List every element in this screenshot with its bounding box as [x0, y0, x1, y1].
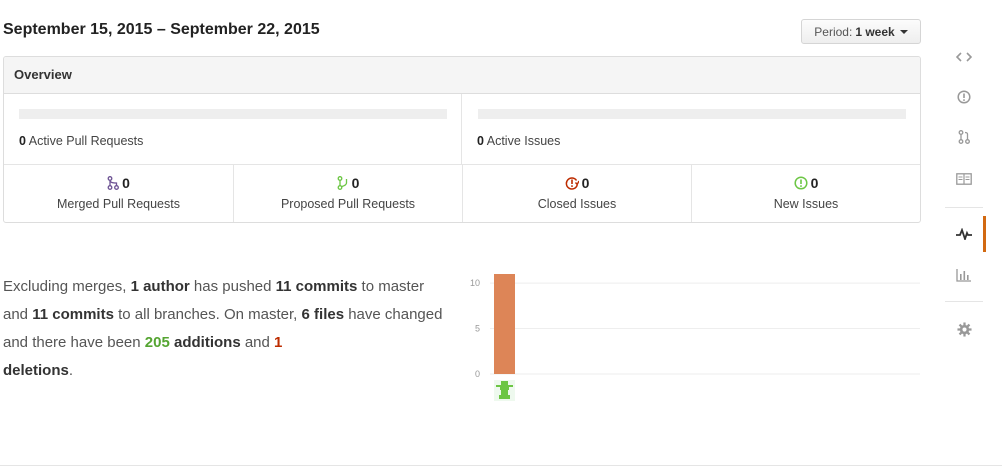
authors-count: 1 author — [130, 278, 190, 295]
new-issues-count: 0 — [810, 175, 819, 191]
active-pull-requests-label: Active Pull Requests — [28, 134, 144, 148]
proposed-pull-requests-count: 0 — [351, 175, 360, 191]
commit-bar[interactable] — [494, 274, 515, 374]
y-tick-label: 5 — [475, 324, 480, 334]
active-issues-count: 0 — [477, 134, 484, 148]
sidebar-item-graphs[interactable] — [945, 257, 983, 293]
overview-summary-row: 0 Active Pull Requests 0 Active Issues — [4, 94, 920, 165]
overview-title: Overview — [4, 57, 920, 94]
sidebar-item-issues[interactable] — [945, 79, 983, 115]
author-avatar[interactable] — [494, 380, 515, 401]
sidebar-item-code[interactable] — [945, 39, 983, 75]
sidebar-item-pull-requests[interactable] — [945, 119, 983, 155]
y-tick-label: 0 — [475, 369, 480, 379]
merged-pull-requests-label: Merged Pull Requests — [57, 197, 180, 211]
issue-opened-icon — [794, 176, 808, 190]
deletions-label: deletions — [3, 362, 69, 379]
additions-label: additions — [169, 334, 241, 351]
issue-opened-icon — [957, 90, 971, 104]
git-pull-request-icon — [337, 176, 347, 190]
stat-merged-pull-requests[interactable]: 0 Merged Pull Requests — [4, 164, 233, 222]
overview-stats-row: 0 Merged Pull Requests 0 Proposed Pull R… — [4, 164, 920, 222]
deletions-count: 1 — [274, 334, 283, 351]
graph-icon — [956, 269, 971, 282]
sidebar-divider — [945, 301, 983, 302]
active-pull-requests-bar — [19, 109, 447, 119]
active-pull-requests-count: 0 — [19, 134, 26, 148]
stat-new-issues[interactable]: 0 New Issues — [691, 164, 920, 222]
commits-all-branches: 11 commits — [32, 306, 114, 323]
period-dropdown-button[interactable]: Period: 1 week — [801, 19, 921, 44]
active-issues-label: Active Issues — [486, 134, 561, 148]
sidebar-divider — [945, 207, 983, 208]
new-issues-label: New Issues — [773, 197, 839, 211]
active-issues-bar — [478, 109, 906, 119]
code-icon — [956, 52, 972, 62]
closed-issues-count: 0 — [581, 175, 590, 191]
pulse-icon — [956, 228, 972, 240]
closed-issues-label: Closed Issues — [537, 197, 617, 211]
gear-icon — [956, 321, 972, 337]
commit-summary: Excluding merges, 1 author has pushed 11… — [3, 278, 443, 379]
git-pull-request-icon — [958, 130, 970, 144]
stat-proposed-pull-requests[interactable]: 0 Proposed Pull Requests — [233, 164, 462, 222]
book-icon — [956, 173, 972, 185]
commits-chart: 0 5 10 — [470, 274, 920, 401]
repo-sidebar-nav — [945, 35, 1002, 365]
git-merge-icon — [107, 176, 120, 190]
y-tick-label: 10 — [470, 278, 480, 288]
stat-closed-issues[interactable]: 0 Closed Issues — [462, 164, 691, 222]
issue-closed-icon — [565, 177, 579, 190]
caret-down-icon — [899, 29, 908, 34]
period-label: Period: — [814, 24, 853, 39]
period-value: 1 week — [855, 24, 895, 39]
sidebar-item-wiki[interactable] — [945, 161, 983, 197]
commits-master: 11 commits — [275, 278, 358, 295]
page-title: September 15, 2015 – September 22, 2015 — [3, 21, 320, 38]
files-changed: 6 files — [301, 306, 345, 323]
sidebar-item-settings[interactable] — [945, 311, 983, 347]
additions-count: 205 — [144, 334, 170, 351]
proposed-pull-requests-label: Proposed Pull Requests — [280, 197, 416, 211]
footer-divider — [0, 465, 1002, 466]
sidebar-item-pulse[interactable] — [945, 216, 986, 252]
merged-pull-requests-count: 0 — [122, 175, 130, 191]
active-issues-section[interactable]: 0 Active Issues — [462, 94, 920, 164]
overview-panel: Overview 0 Active Pull Requests 0 Active… — [3, 56, 921, 223]
active-pull-requests-section[interactable]: 0 Active Pull Requests — [4, 94, 462, 164]
